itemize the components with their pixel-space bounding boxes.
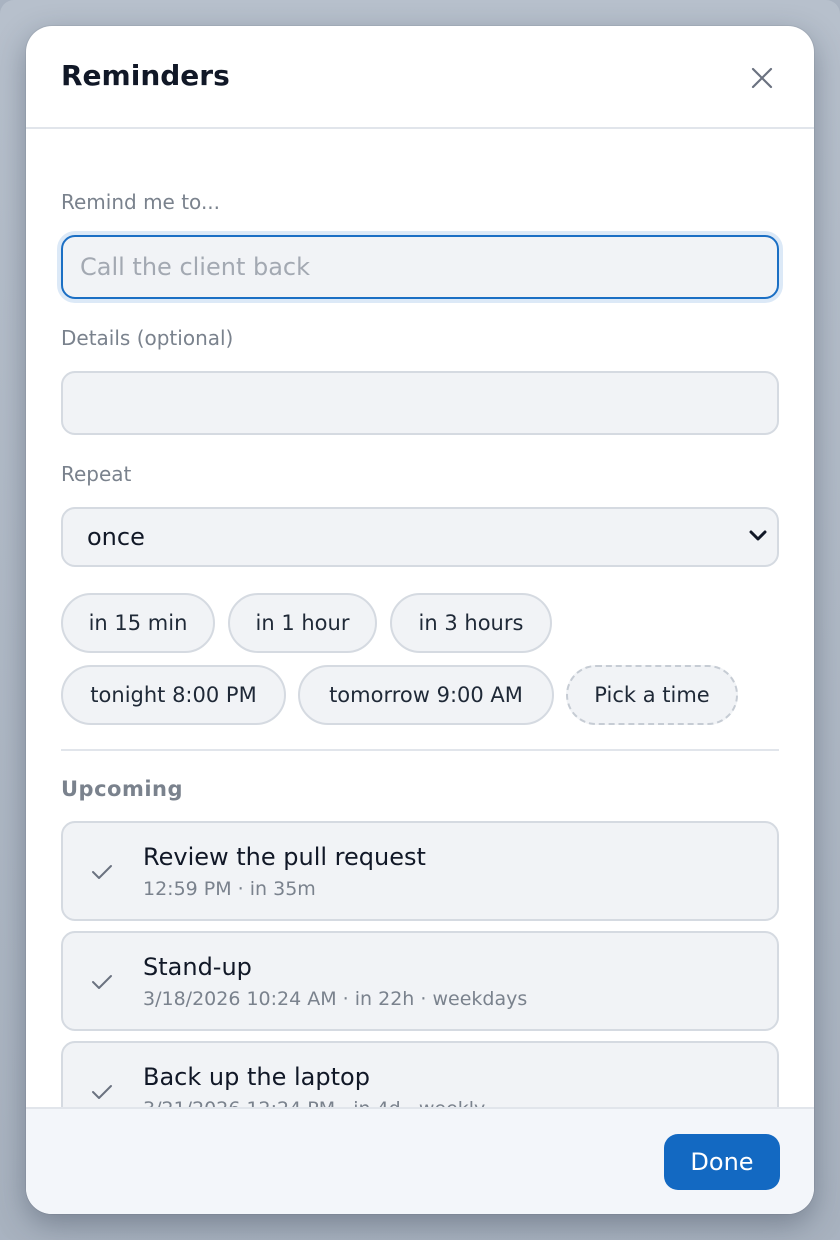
- check-icon[interactable]: [91, 863, 113, 881]
- upcoming-heading: Upcoming: [61, 777, 184, 801]
- reminder-meta: 3/18/2026 10:24 AM · in 22h · weekdays: [143, 988, 528, 1010]
- remind-label: Remind me to...: [61, 190, 221, 214]
- dialog-title: Reminders: [61, 59, 230, 92]
- divider: [61, 749, 779, 751]
- reminders-dialog: Reminders Remind me to... Details (optio…: [26, 26, 814, 1214]
- details-label: Details (optional): [61, 326, 234, 350]
- repeat-label: Repeat: [61, 462, 132, 486]
- quick-time-tonight[interactable]: tonight 8:00 PM: [61, 665, 286, 725]
- dialog-body: Remind me to... Details (optional) Repea…: [26, 129, 814, 1107]
- quick-time-3hours[interactable]: in 3 hours: [390, 593, 552, 653]
- quick-time-tomorrow[interactable]: tomorrow 9:00 AM: [298, 665, 554, 725]
- quick-time-1hour[interactable]: in 1 hour: [228, 593, 377, 653]
- remind-input[interactable]: [61, 235, 779, 299]
- details-input[interactable]: [61, 371, 779, 435]
- reminder-title: Back up the laptop: [143, 1063, 370, 1091]
- reminder-title: Review the pull request: [143, 843, 426, 871]
- dialog-footer: Done: [26, 1107, 814, 1214]
- chevron-down-icon: [749, 530, 767, 541]
- reminder-item[interactable]: Stand-up 3/18/2026 10:24 AM · in 22h · w…: [61, 931, 779, 1031]
- repeat-selected-value: once: [87, 523, 145, 551]
- reminder-meta: 3/21/2026 12:24 PM · in 4d · weekly: [143, 1098, 485, 1107]
- check-icon[interactable]: [91, 973, 113, 991]
- quick-time-15min[interactable]: in 15 min: [61, 593, 215, 653]
- reminder-item[interactable]: Review the pull request 12:59 PM · in 35…: [61, 821, 779, 921]
- pick-time-button[interactable]: Pick a time: [566, 665, 738, 725]
- check-icon[interactable]: [91, 1083, 113, 1101]
- reminder-title: Stand-up: [143, 953, 252, 981]
- dialog-header: Reminders: [26, 26, 814, 129]
- done-button[interactable]: Done: [664, 1134, 780, 1190]
- repeat-select[interactable]: once: [61, 507, 779, 567]
- close-button[interactable]: [744, 60, 780, 96]
- reminder-meta: 12:59 PM · in 35m: [143, 878, 316, 900]
- close-icon: [751, 67, 773, 89]
- reminder-item[interactable]: Back up the laptop 3/21/2026 12:24 PM · …: [61, 1041, 779, 1107]
